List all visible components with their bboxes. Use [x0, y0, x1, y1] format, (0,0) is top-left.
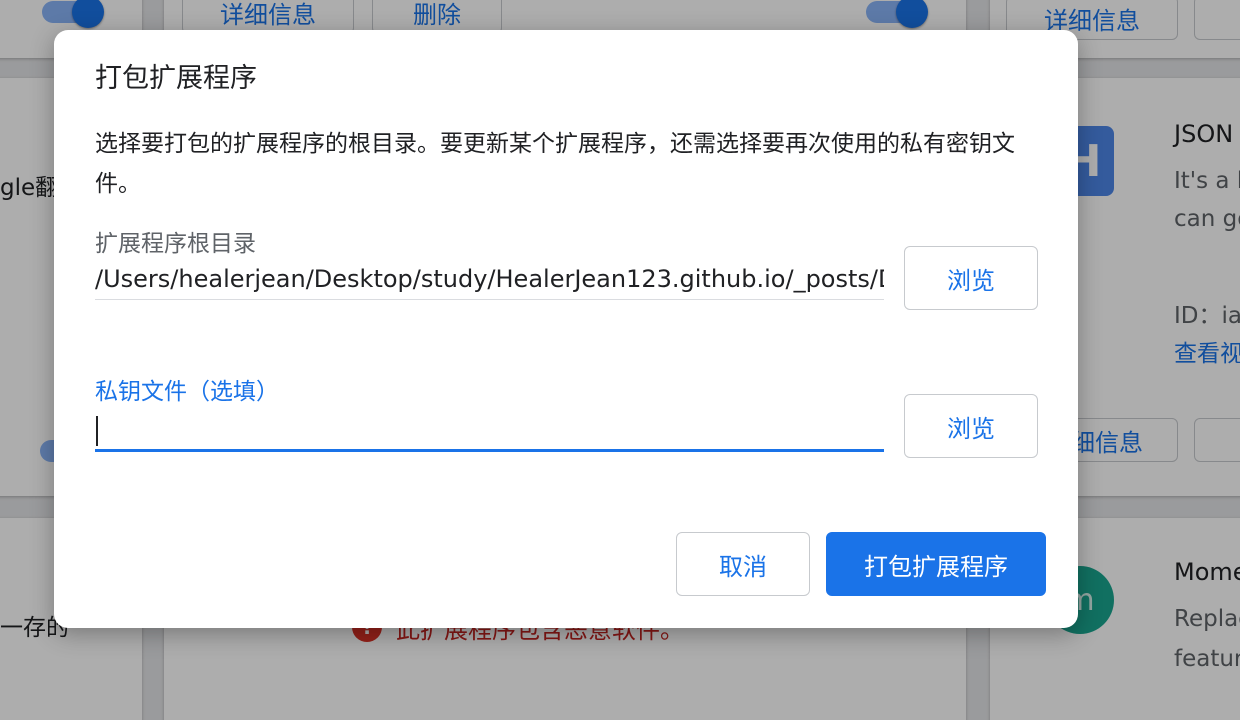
root-dir-label: 扩展程序根目录 — [95, 231, 256, 257]
root-dir-input[interactable]: /Users/healerjean/Desktop/study/HealerJe… — [95, 260, 884, 300]
private-key-input[interactable] — [95, 412, 884, 452]
browse-private-key-button[interactable]: 浏览 — [904, 394, 1038, 458]
cancel-button[interactable]: 取消 — [676, 532, 810, 596]
dialog-title: 打包扩展程序 — [95, 63, 257, 94]
extensions-page: 详细信息 删除 详细信息 gle翻 H JSON It's a b can go… — [0, 0, 1240, 720]
pack-extension-button[interactable]: 打包扩展程序 — [826, 532, 1046, 596]
private-key-underline — [95, 449, 884, 452]
text-cursor — [96, 416, 98, 446]
private-key-label: 私钥文件（选填） — [95, 379, 279, 405]
root-dir-value: /Users/healerjean/Desktop/study/HealerJe… — [95, 265, 884, 293]
pack-extension-dialog: 打包扩展程序 选择要打包的扩展程序的根目录。要更新某个扩展程序，还需选择要再次使… — [54, 30, 1078, 628]
browse-root-dir-button[interactable]: 浏览 — [904, 246, 1038, 310]
dialog-description: 选择要打包的扩展程序的根目录。要更新某个扩展程序，还需选择要再次使用的私有密钥文… — [95, 131, 1015, 197]
root-dir-underline — [95, 299, 884, 300]
